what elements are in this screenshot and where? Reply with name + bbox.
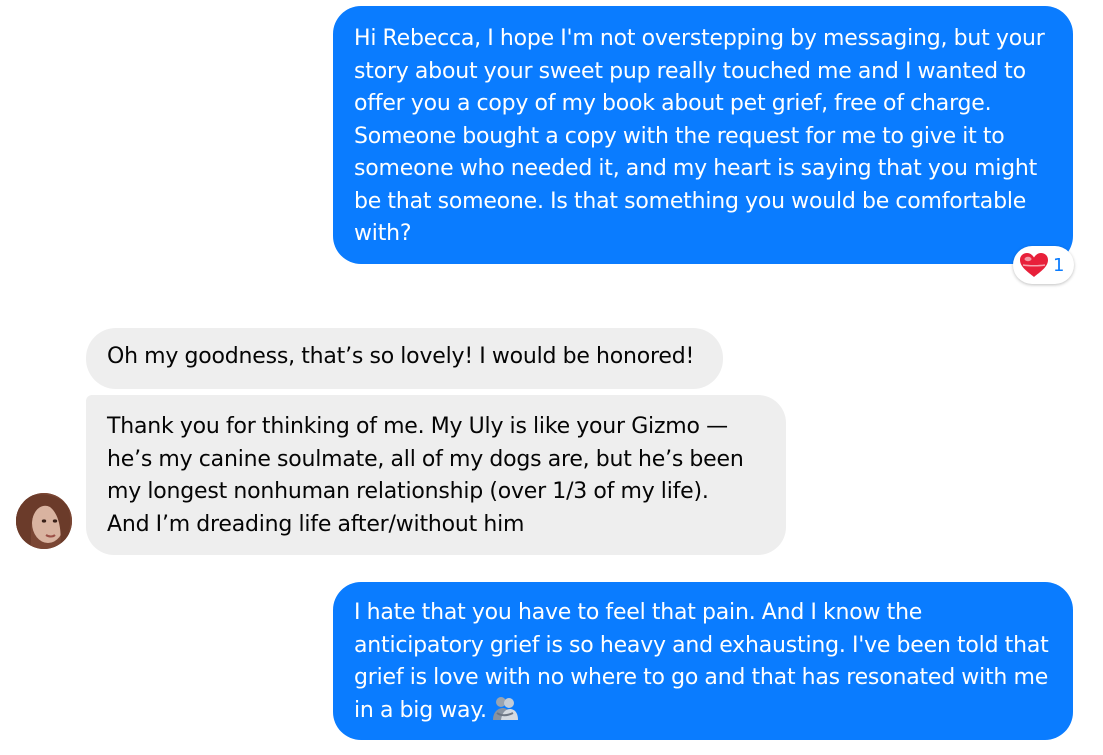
reaction-badge[interactable]: 1	[1013, 246, 1075, 284]
people-hugging-icon	[491, 695, 519, 732]
message-text: I hate that you have to feel that pain. …	[354, 600, 1049, 723]
message-text: Thank you for thinking of me. My Uly is …	[107, 414, 744, 537]
outgoing-message-bubble[interactable]: I hate that you have to feel that pain. …	[333, 582, 1073, 740]
avatar[interactable]	[16, 493, 72, 549]
message-text: Oh my goodness, that’s so lovely! I woul…	[107, 344, 695, 369]
reaction-count: 1	[1053, 254, 1065, 276]
incoming-message-bubble[interactable]: Oh my goodness, that’s so lovely! I woul…	[86, 328, 723, 389]
message-text: Hi Rebecca, I hope I'm not overstepping …	[354, 26, 1045, 246]
heart-icon	[1019, 252, 1049, 278]
incoming-message-bubble[interactable]: Thank you for thinking of me. My Uly is …	[86, 395, 786, 555]
outgoing-message-bubble[interactable]: Hi Rebecca, I hope I'm not overstepping …	[333, 6, 1073, 264]
avatar-photo	[16, 493, 72, 549]
